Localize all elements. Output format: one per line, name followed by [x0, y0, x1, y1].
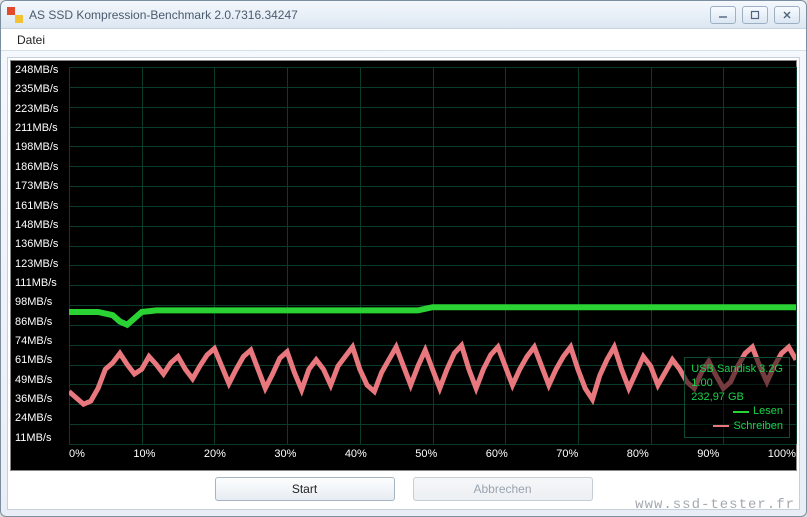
y-tick: 49MB/s [15, 375, 65, 386]
y-tick: 148MB/s [15, 220, 65, 231]
legend-read-label: Lesen [753, 404, 783, 418]
y-tick: 24MB/s [15, 413, 65, 424]
maximize-button[interactable] [742, 6, 768, 24]
y-tick: 36MB/s [15, 394, 65, 405]
x-tick: 50% [415, 448, 437, 468]
y-tick: 211MB/s [15, 123, 65, 134]
button-row: Start Abbrechen [8, 471, 799, 509]
x-tick: 10% [133, 448, 155, 468]
y-tick: 61MB/s [15, 355, 65, 366]
y-tick: 11MB/s [15, 433, 65, 444]
y-tick: 111MB/s [15, 278, 65, 289]
menubar: Datei [1, 29, 806, 51]
titlebar[interactable]: AS SSD Kompression-Benchmark 2.0.7316.34… [1, 1, 806, 29]
plot: 0% 10% 20% 30% 40% 50% 60% 70% 80% 90% 100% USB Sa… [69, 61, 796, 470]
x-tick: 30% [274, 448, 296, 468]
series-lesen [69, 307, 796, 324]
close-button[interactable] [774, 6, 800, 24]
start-button[interactable]: Start [215, 477, 395, 501]
menu-file[interactable]: Datei [9, 31, 53, 49]
x-tick: 40% [345, 448, 367, 468]
x-tick: 60% [486, 448, 508, 468]
x-tick: 0% [69, 448, 85, 468]
x-tick: 80% [627, 448, 649, 468]
legend-read-row: Lesen [691, 404, 783, 418]
y-tick: 123MB/s [15, 259, 65, 270]
legend-capacity: 232,97 GB [691, 390, 783, 404]
legend-device: USB Sandisk 3.2G [691, 362, 783, 376]
y-tick: 173MB/s [15, 181, 65, 192]
legend-write-row: Schreiben [691, 419, 783, 433]
legend-write-label: Schreiben [733, 419, 783, 433]
y-tick: 74MB/s [15, 336, 65, 347]
app-window: AS SSD Kompression-Benchmark 2.0.7316.34… [0, 0, 807, 517]
y-tick: 186MB/s [15, 162, 65, 173]
y-tick: 98MB/s [15, 297, 65, 308]
x-axis: 0% 10% 20% 30% 40% 50% 60% 70% 80% 90% 100% [69, 448, 796, 468]
chart-area: 248MB/s 235MB/s 223MB/s 211MB/s 198MB/s 186MB… [10, 60, 797, 471]
window-controls [710, 6, 800, 24]
minimize-button[interactable] [710, 6, 736, 24]
x-tick: 90% [697, 448, 719, 468]
y-tick: 223MB/s [15, 104, 65, 115]
x-tick: 20% [204, 448, 226, 468]
legend-box: USB Sandisk 3.2G 1.00 232,97 GB Lesen Sc… [684, 357, 790, 438]
content-panel: 248MB/s 235MB/s 223MB/s 211MB/s 198MB/s 186MB… [7, 57, 800, 510]
y-tick: 248MB/s [15, 65, 65, 76]
app-icon [7, 7, 23, 23]
y-tick: 235MB/s [15, 84, 65, 95]
y-tick: 161MB/s [15, 201, 65, 212]
x-tick: 70% [556, 448, 578, 468]
legend-write-swatch [713, 425, 729, 427]
cancel-button: Abbrechen [413, 477, 593, 501]
legend-read-swatch [733, 411, 749, 413]
y-tick: 136MB/s [15, 239, 65, 250]
window-title: AS SSD Kompression-Benchmark 2.0.7316.34… [29, 8, 710, 22]
y-tick: 86MB/s [15, 317, 65, 328]
y-axis: 248MB/s 235MB/s 223MB/s 211MB/s 198MB/s 186MB… [11, 61, 69, 470]
y-tick: 198MB/s [15, 142, 65, 153]
legend-firmware: 1.00 [691, 376, 783, 390]
x-tick: 100% [768, 448, 796, 468]
